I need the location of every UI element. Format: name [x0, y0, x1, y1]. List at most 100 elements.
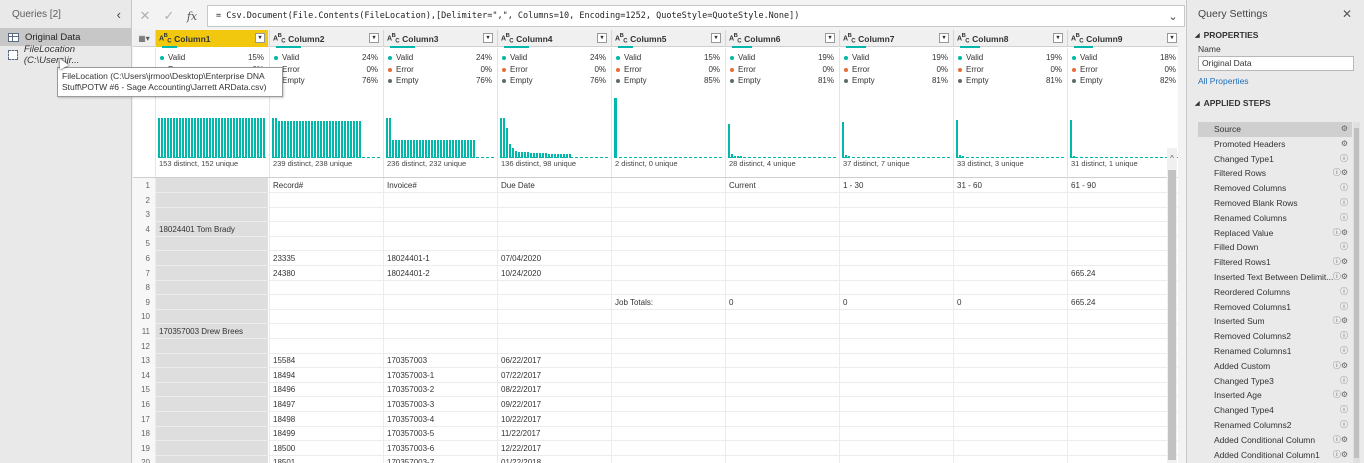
- table-cell[interactable]: Current: [725, 178, 838, 193]
- column-header-column6[interactable]: ABC Column6 ▾: [725, 30, 838, 48]
- table-row[interactable]: 17 18498 170357003-4 10/22/2017: [133, 411, 1178, 427]
- step-settings-icon[interactable]: ⓘ: [1340, 196, 1348, 211]
- collapse-queries-icon[interactable]: ‹: [117, 7, 121, 22]
- table-row[interactable]: 18 18499 170357003-5 11/22/2017: [133, 426, 1178, 442]
- table-cell[interactable]: [953, 236, 1066, 252]
- row-number[interactable]: 13: [133, 353, 155, 369]
- table-cell[interactable]: [839, 397, 952, 412]
- text-type-icon[interactable]: ABC: [1071, 33, 1084, 45]
- table-cell[interactable]: [725, 251, 838, 266]
- table-cell[interactable]: 18024401-1: [383, 251, 496, 266]
- table-cell[interactable]: [497, 338, 610, 354]
- applied-step[interactable]: Filtered Rows1 ⓘ⚙: [1198, 255, 1352, 270]
- table-cell[interactable]: [383, 192, 496, 208]
- table-cell[interactable]: [383, 221, 496, 237]
- row-number[interactable]: 7: [133, 265, 155, 281]
- table-row[interactable]: 6 23335 18024401-1 07/04/2020: [133, 251, 1178, 266]
- table-cell[interactable]: [497, 309, 610, 325]
- table-cell[interactable]: [725, 455, 838, 463]
- table-cell[interactable]: [611, 338, 724, 354]
- filter-dropdown-icon[interactable]: ▾: [939, 33, 949, 43]
- commit-icon[interactable]: ✓: [157, 8, 181, 24]
- table-cell[interactable]: [155, 338, 268, 354]
- table-cell[interactable]: [953, 426, 1066, 442]
- table-row[interactable]: 16 18497 170357003-3 09/22/2017: [133, 397, 1178, 412]
- row-number[interactable]: 4: [133, 221, 155, 237]
- table-cell[interactable]: [497, 324, 610, 339]
- table-cell[interactable]: [953, 353, 1066, 369]
- table-cell[interactable]: [611, 324, 724, 339]
- table-cell[interactable]: [155, 353, 268, 369]
- table-cell[interactable]: [839, 265, 952, 281]
- column-header-column9[interactable]: ABC Column9 ▾: [1067, 30, 1178, 48]
- table-cell[interactable]: [1067, 236, 1178, 252]
- text-type-icon[interactable]: ABC: [387, 33, 400, 45]
- step-settings-icon[interactable]: ⓘ: [1340, 181, 1348, 196]
- table-cell[interactable]: [611, 192, 724, 208]
- applied-step[interactable]: Source ⚙: [1198, 122, 1352, 137]
- row-number[interactable]: 16: [133, 397, 155, 412]
- text-type-icon[interactable]: ABC: [273, 33, 286, 45]
- table-cell[interactable]: [725, 207, 838, 223]
- table-cell[interactable]: [611, 397, 724, 412]
- table-cell[interactable]: 170357003-3: [383, 397, 496, 412]
- step-settings-icon[interactable]: ⓘ: [1340, 152, 1348, 167]
- table-cell[interactable]: 18024401-2: [383, 265, 496, 281]
- table-cell[interactable]: [611, 353, 724, 369]
- table-cell[interactable]: [383, 280, 496, 296]
- table-cell[interactable]: 170357003 Drew Brees: [155, 324, 268, 339]
- table-cell[interactable]: 170357003-4: [383, 411, 496, 427]
- applied-step[interactable]: Removed Columns1 ⓘ: [1198, 300, 1352, 315]
- table-cell[interactable]: [1067, 309, 1178, 325]
- step-settings-icon[interactable]: ⓘ⚙: [1333, 433, 1348, 448]
- table-cell[interactable]: [725, 367, 838, 383]
- table-cell[interactable]: [155, 367, 268, 383]
- table-row[interactable]: 14 18494 170357003-1 07/22/2017: [133, 367, 1178, 383]
- filter-dropdown-icon[interactable]: ▾: [1053, 33, 1063, 43]
- applied-step[interactable]: Renamed Columns1 ⓘ: [1198, 344, 1352, 359]
- table-cell[interactable]: [155, 265, 268, 281]
- text-type-icon[interactable]: ABC: [159, 33, 172, 45]
- row-number[interactable]: 5: [133, 236, 155, 252]
- table-cell[interactable]: [155, 397, 268, 412]
- table-cell[interactable]: [953, 367, 1066, 383]
- table-cell[interactable]: [725, 353, 838, 369]
- table-cell[interactable]: [725, 382, 838, 398]
- step-settings-icon[interactable]: ⓘ: [1340, 344, 1348, 359]
- row-number[interactable]: 2: [133, 192, 155, 208]
- grid-scrollbar[interactable]: ^: [1167, 148, 1177, 463]
- table-cell[interactable]: [269, 294, 382, 310]
- table-cell[interactable]: [839, 353, 952, 369]
- table-row[interactable]: 2: [133, 192, 1178, 208]
- table-cell[interactable]: 170357003-6: [383, 440, 496, 456]
- table-cell[interactable]: [497, 221, 610, 237]
- table-cell[interactable]: 170357003-7: [383, 455, 496, 463]
- table-cell[interactable]: [953, 324, 1066, 339]
- text-type-icon[interactable]: ABC: [843, 33, 856, 45]
- row-number[interactable]: 6: [133, 251, 155, 266]
- step-settings-icon[interactable]: ⓘ⚙: [1333, 359, 1348, 374]
- table-row[interactable]: 4 18024401 Tom Brady: [133, 221, 1178, 237]
- applied-step[interactable]: Changed Type3 ⓘ: [1198, 374, 1352, 389]
- column-header-column3[interactable]: ABC Column3 ▾: [383, 30, 496, 48]
- steps-scroll-thumb[interactable]: [1354, 128, 1359, 458]
- table-row[interactable]: 20 18501 170357003-7 01/22/2018: [133, 455, 1178, 463]
- table-cell[interactable]: [1067, 455, 1178, 463]
- table-cell[interactable]: [155, 382, 268, 398]
- table-cell[interactable]: [1067, 324, 1178, 339]
- column-header-column8[interactable]: ABC Column8 ▾: [953, 30, 1066, 48]
- table-row[interactable]: 8: [133, 280, 1178, 296]
- row-number[interactable]: 9: [133, 294, 155, 310]
- step-settings-icon[interactable]: ⚙: [1341, 122, 1348, 137]
- table-cell[interactable]: [839, 280, 952, 296]
- row-number[interactable]: 8: [133, 280, 155, 296]
- table-cell[interactable]: 10/24/2020: [497, 265, 610, 281]
- table-cell[interactable]: [953, 440, 1066, 456]
- table-menu-icon[interactable]: ▦▾: [133, 30, 155, 47]
- applied-step[interactable]: Added Conditional Column1 ⓘ⚙: [1198, 448, 1352, 463]
- table-cell[interactable]: 170357003: [383, 353, 496, 369]
- step-settings-icon[interactable]: ⓘ⚙: [1333, 226, 1348, 241]
- table-cell[interactable]: [839, 309, 952, 325]
- table-cell[interactable]: [725, 324, 838, 339]
- table-cell[interactable]: [953, 338, 1066, 354]
